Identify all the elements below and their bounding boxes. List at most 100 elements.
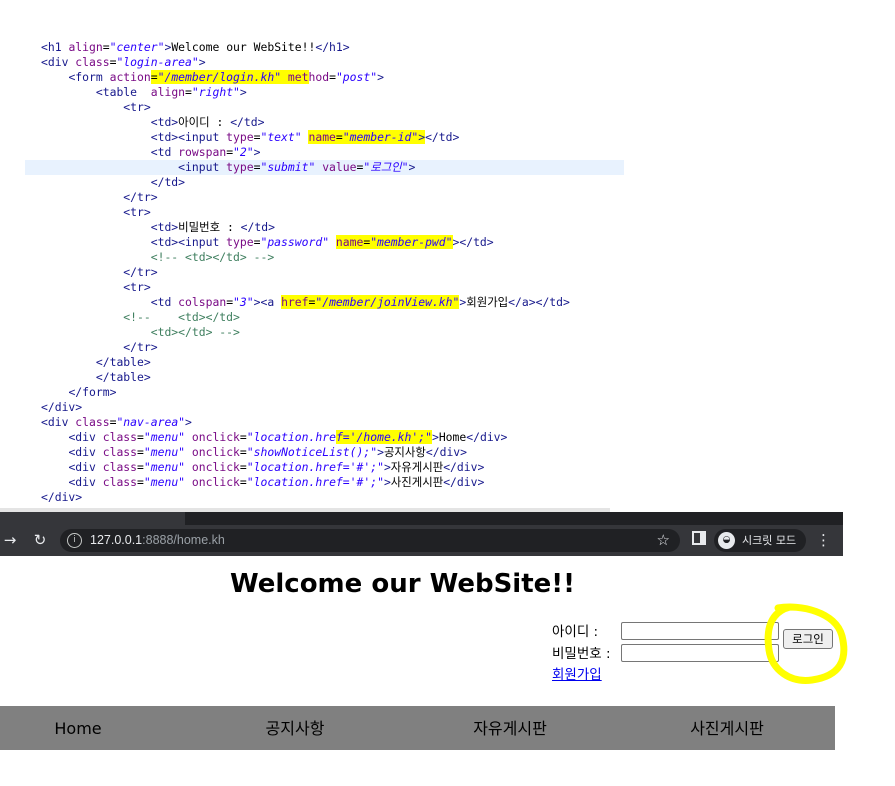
code-token: </form> <box>68 385 117 399</box>
code-token: <tr> <box>123 205 151 219</box>
incognito-badge[interactable]: ◒ 시크릿 모드 <box>714 529 806 552</box>
join-link[interactable]: 회원가입 <box>552 666 602 684</box>
code-token: type <box>226 235 254 249</box>
member-id-input[interactable] <box>621 622 779 640</box>
code-line[interactable]: <tr> <box>0 280 150 295</box>
code-token: </td> <box>240 220 275 234</box>
code-token: colspan <box>178 295 227 309</box>
code-line[interactable]: <div class="menu" onclick="showNoticeLis… <box>0 445 467 460</box>
incognito-icon: ◒ <box>718 532 735 549</box>
code-token: = <box>137 475 144 489</box>
code-line[interactable]: </div> <box>0 400 82 415</box>
code-line[interactable]: </div> <box>0 490 82 505</box>
address-bar[interactable]: i 127.0.0.1:8888/home.kh ☆ <box>60 529 680 552</box>
code-token: </div> <box>466 430 508 444</box>
code-line[interactable]: <td rowspan="2"> <box>0 145 261 160</box>
site-info-icon[interactable]: i <box>67 533 82 548</box>
code-token: > <box>377 70 384 84</box>
code-line[interactable]: <td><input type="password" name="member-… <box>0 235 494 250</box>
incognito-label: 시크릿 모드 <box>742 534 797 547</box>
code-token: <form <box>68 70 110 84</box>
code-token: "login-area" <box>116 55 199 69</box>
code-line[interactable]: <h1 align="center">Welcome our WebSite!!… <box>0 40 350 55</box>
menu-photo-board[interactable]: 사진게시판 <box>623 706 831 750</box>
code-token: <input <box>178 160 227 174</box>
code-token: 자유게시판 <box>390 460 444 474</box>
code-token: > <box>431 430 439 444</box>
code-line[interactable]: <td colspan="3"><a href="/member/joinVie… <box>0 295 570 310</box>
code-token: "3" <box>233 295 254 309</box>
code-token: "center" <box>109 40 165 54</box>
browser-tab[interactable] <box>0 512 185 525</box>
forward-icon[interactable]: → <box>2 531 18 549</box>
code-line[interactable]: </tr> <box>0 340 158 355</box>
code-line[interactable]: <td><input type="text" name="member-id">… <box>0 130 459 145</box>
code-line[interactable]: <td>아이디 : </td> <box>0 115 265 130</box>
side-panel-icon[interactable] <box>690 531 708 549</box>
code-token: <!-- <td></td> <box>123 310 240 324</box>
code-token: > <box>198 55 206 69</box>
code-token: </div> <box>425 445 468 459</box>
code-line[interactable]: <div class="menu" onclick="location.href… <box>0 430 507 445</box>
menu-kebab-icon[interactable]: ⋮ <box>816 531 831 549</box>
login-button[interactable]: 로그인 <box>783 629 833 649</box>
code-token: </div> <box>41 400 83 414</box>
reload-icon[interactable]: ↻ <box>30 531 50 549</box>
code-line[interactable]: <tr> <box>0 100 151 115</box>
code-editor[interactable]: <h1 align="center">Welcome our WebSite!!… <box>0 30 624 510</box>
url-text[interactable]: 127.0.0.1:8888/home.kh <box>90 533 225 548</box>
code-token: "location.href='#';" <box>246 460 384 474</box>
code-line[interactable]: <input type="submit" value="로그인"> <box>25 160 624 175</box>
code-line[interactable]: <!-- <td></td> <box>0 310 240 325</box>
code-line[interactable]: <form action="/member/login.kh" method="… <box>0 70 384 85</box>
member-pwd-input[interactable] <box>621 644 779 662</box>
code-line[interactable]: <table align="right"> <box>0 85 247 100</box>
code-token: <tr> <box>123 100 151 114</box>
code-token: </tr> <box>123 190 158 204</box>
code-token: <!-- <td></td> --> <box>150 250 275 264</box>
code-token: </td> <box>230 115 265 129</box>
code-token: > <box>239 85 247 99</box>
code-token: > <box>408 160 416 174</box>
code-token: "post" <box>335 70 378 84</box>
code-token: type <box>226 160 254 174</box>
code-token: </tr> <box>123 340 158 354</box>
code-line[interactable]: <td>비밀번호 : </td> <box>0 220 275 235</box>
page-title: Welcome our WebSite!! <box>229 569 575 599</box>
code-token: "location.href='#';" <box>246 475 384 489</box>
menu-notice[interactable]: 공지사항 <box>191 706 399 750</box>
code-line[interactable]: </td> <box>0 175 185 190</box>
code-token: onclick <box>191 430 240 444</box>
code-token: </td> <box>425 130 460 144</box>
code-token: <table <box>95 85 151 99</box>
code-line[interactable]: </table> <box>0 355 151 370</box>
code-token: type <box>226 130 254 144</box>
code-line[interactable]: <!-- <td></td> --> <box>0 250 274 265</box>
code-line[interactable]: <div class="menu" onclick="location.href… <box>0 475 484 490</box>
code-token: <td></td> --> <box>150 325 240 339</box>
code-line[interactable]: <tr> <box>0 205 151 220</box>
code-token: = <box>239 460 247 474</box>
code-token: > <box>377 445 384 459</box>
code-line[interactable]: <div class="login-area"> <box>0 55 206 70</box>
code-line[interactable]: </table> <box>0 370 151 385</box>
code-token: </h1> <box>315 40 350 54</box>
code-line[interactable]: </tr> <box>0 265 157 280</box>
code-token: "menu" <box>143 460 192 474</box>
menu-free-board[interactable]: 자유게시판 <box>406 706 614 750</box>
bookmark-star-icon[interactable]: ☆ <box>657 531 670 549</box>
code-line[interactable]: </tr> <box>0 190 158 205</box>
code-line[interactable]: <div class="menu" onclick="location.href… <box>0 460 484 475</box>
code-token: align <box>68 40 103 54</box>
code-token: <td <box>150 295 179 309</box>
menu-home[interactable]: Home <box>0 706 182 750</box>
code-line[interactable]: <td></td> --> <box>0 325 240 340</box>
code-line[interactable]: </form> <box>0 385 116 400</box>
code-line[interactable]: <div class="nav-area"> <box>0 415 192 430</box>
